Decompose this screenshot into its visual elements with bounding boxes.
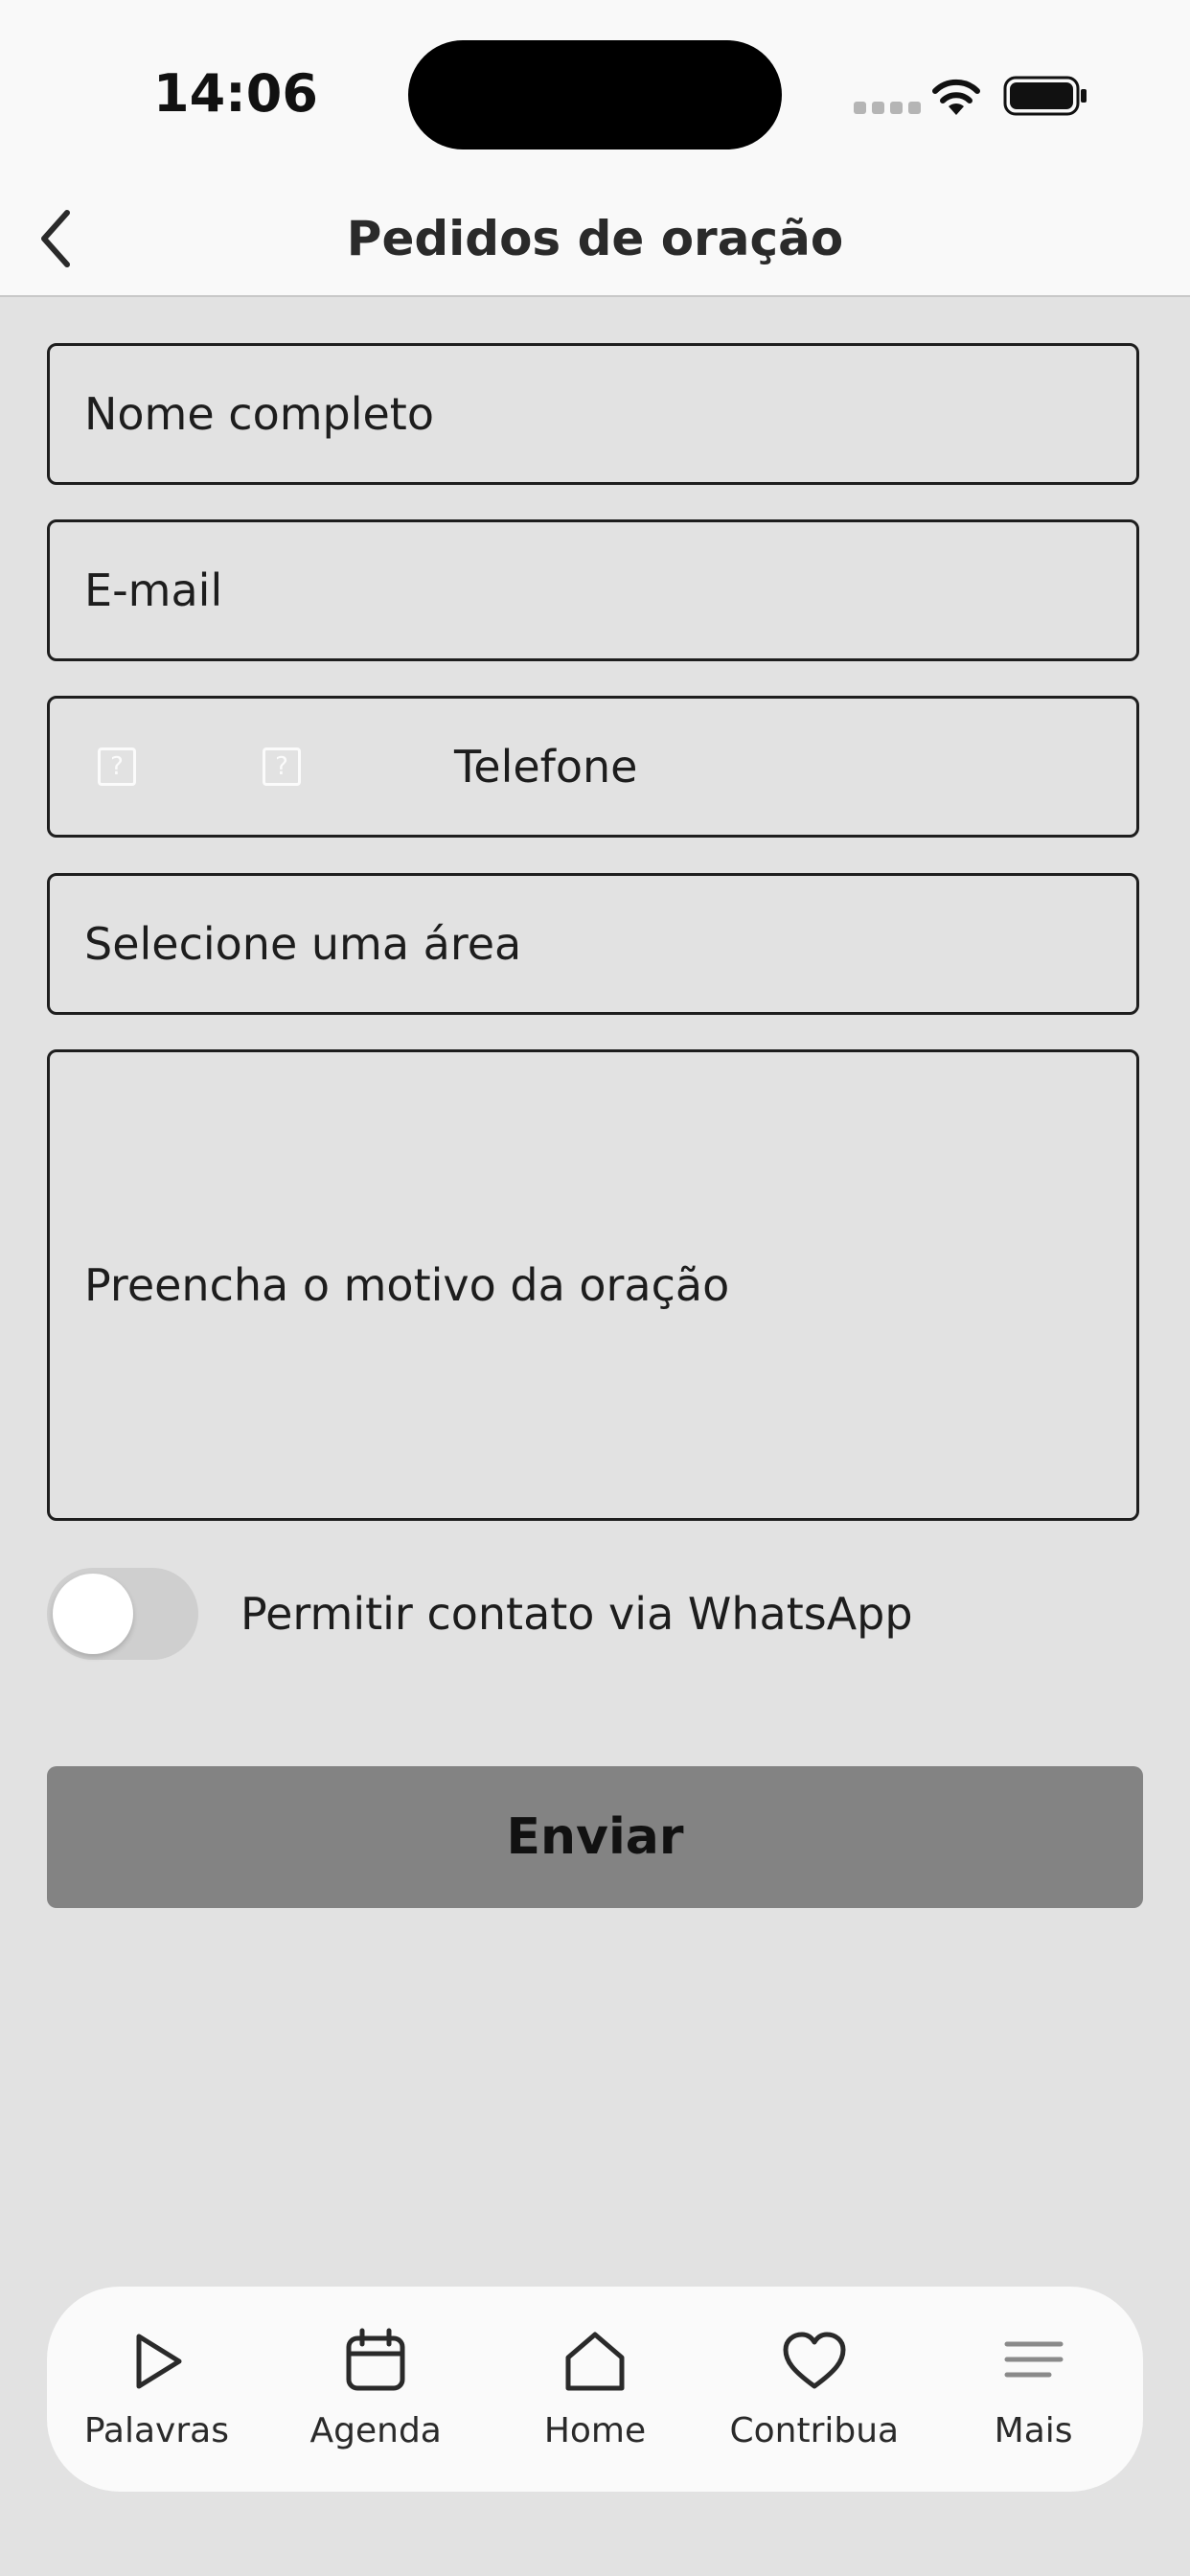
heart-icon bbox=[783, 2332, 846, 2389]
country-flag-icon[interactable]: ? bbox=[98, 748, 136, 786]
tab-home[interactable]: Home bbox=[486, 2287, 705, 2492]
tab-label: Agenda bbox=[309, 2411, 442, 2450]
calendar-icon bbox=[346, 2328, 405, 2391]
navigation-bar: Pedidos de oração bbox=[0, 182, 1190, 297]
tab-label: Palavras bbox=[83, 2411, 229, 2450]
dropdown-icon[interactable]: ? bbox=[263, 748, 301, 786]
phone-placeholder: Telefone bbox=[454, 741, 638, 793]
whatsapp-toggle[interactable] bbox=[47, 1568, 198, 1660]
name-field[interactable]: Nome completo bbox=[47, 343, 1139, 485]
dynamic-island bbox=[408, 40, 782, 150]
tab-label: Contribua bbox=[729, 2411, 900, 2450]
battery-icon bbox=[1003, 76, 1087, 116]
submit-button[interactable]: Enviar bbox=[47, 1766, 1143, 1908]
tab-mais[interactable]: Mais bbox=[924, 2287, 1143, 2492]
wifi-icon bbox=[932, 79, 980, 115]
toggle-knob bbox=[53, 1574, 133, 1654]
whatsapp-toggle-label: Permitir contato via WhatsApp bbox=[240, 1588, 913, 1640]
tab-contribua[interactable]: Contribua bbox=[704, 2287, 924, 2492]
cellular-signal-icon bbox=[854, 102, 921, 114]
reason-placeholder: Preencha o motivo da oração bbox=[84, 1259, 730, 1311]
status-time: 14:06 bbox=[153, 63, 318, 124]
name-placeholder: Nome completo bbox=[84, 388, 434, 440]
area-select[interactable]: Selecione uma área bbox=[47, 873, 1139, 1015]
email-placeholder: E-mail bbox=[84, 564, 223, 616]
area-placeholder: Selecione uma área bbox=[84, 918, 522, 970]
home-icon bbox=[565, 2332, 625, 2391]
play-icon bbox=[136, 2334, 182, 2389]
chevron-left-icon bbox=[41, 210, 70, 267]
phone-field[interactable]: ? ? Telefone bbox=[47, 696, 1139, 838]
email-field[interactable]: E-mail bbox=[47, 519, 1139, 661]
prayer-reason-textarea[interactable]: Preencha o motivo da oração bbox=[47, 1049, 1139, 1521]
whatsapp-toggle-row: Permitir contato via WhatsApp bbox=[47, 1566, 1139, 1662]
tab-bar: Palavras Agenda Home Contribua Mais bbox=[47, 2287, 1143, 2492]
page-title: Pedidos de oração bbox=[346, 211, 844, 266]
tab-agenda[interactable]: Agenda bbox=[266, 2287, 486, 2492]
menu-icon bbox=[1004, 2341, 1064, 2378]
back-button[interactable] bbox=[17, 197, 94, 280]
status-bar: 14:06 bbox=[0, 0, 1190, 182]
tab-label: Mais bbox=[994, 2411, 1073, 2450]
tab-palavras[interactable]: Palavras bbox=[47, 2287, 266, 2492]
tab-label: Home bbox=[543, 2411, 647, 2450]
